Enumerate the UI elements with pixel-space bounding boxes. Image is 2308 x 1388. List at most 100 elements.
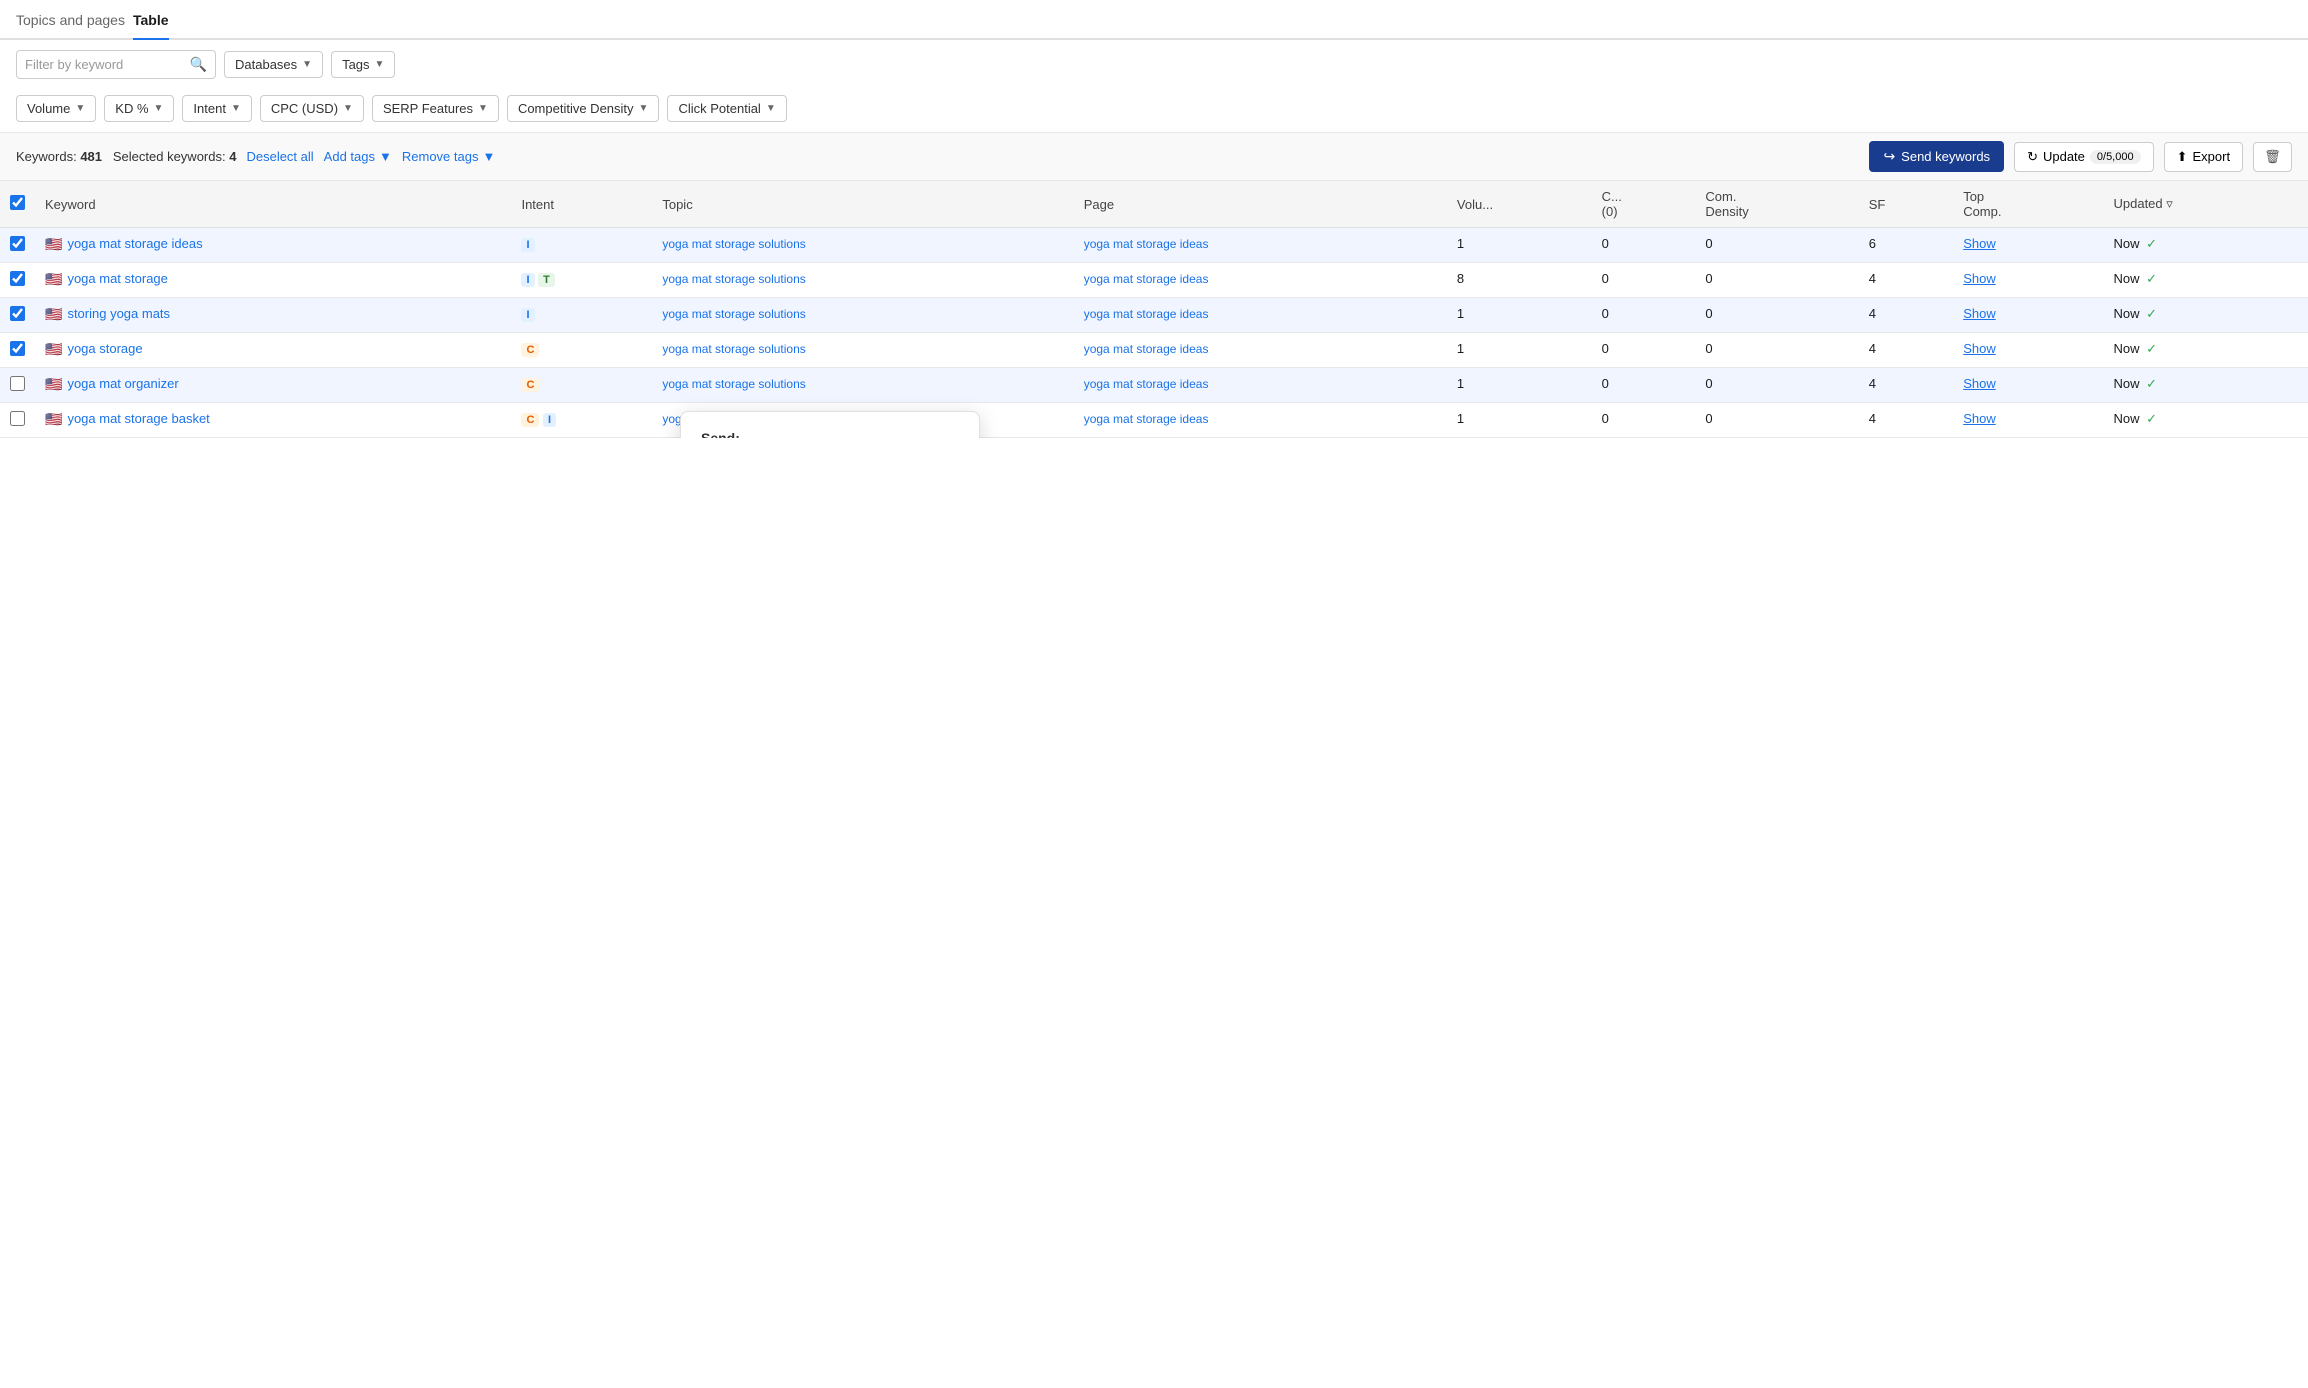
row-checkbox[interactable] xyxy=(10,271,25,286)
volume-filter[interactable]: Volume ▼ xyxy=(16,95,96,122)
show-top-comp-link[interactable]: Show xyxy=(1963,236,1996,251)
remove-tags-button[interactable]: Remove tags ▼ xyxy=(402,149,495,164)
cpc-filter[interactable]: CPC (USD) ▼ xyxy=(260,95,364,122)
show-top-comp-link[interactable]: Show xyxy=(1963,376,1996,391)
row-volume: 1 xyxy=(1447,368,1592,403)
keyword-link[interactable]: yoga mat storage xyxy=(67,271,167,286)
comp-density-filter[interactable]: Competitive Density ▼ xyxy=(507,95,660,122)
row-top-comp: Show xyxy=(1953,298,2103,333)
row-checkbox-cell xyxy=(0,263,35,298)
topic-link[interactable]: yoga mat storage solutions xyxy=(662,307,805,321)
check-icon: ✓ xyxy=(2146,341,2157,356)
row-c: 0 xyxy=(1592,333,1696,368)
export-button[interactable]: ⬆ Export xyxy=(2164,142,2243,172)
row-updated: Now ✓ xyxy=(2103,263,2308,298)
row-sf: 4 xyxy=(1859,368,1953,403)
topic-link[interactable]: yoga mat storage solutions xyxy=(662,237,805,251)
row-checkbox-cell xyxy=(0,403,35,438)
page-link[interactable]: yoga mat storage ideas xyxy=(1084,272,1209,286)
row-checkbox[interactable] xyxy=(10,306,25,321)
row-com-density: 0 xyxy=(1695,298,1858,333)
update-button[interactable]: ↻ Update 0/5,000 xyxy=(2014,142,2154,172)
chevron-down-icon: ▼ xyxy=(231,103,241,114)
page-link[interactable]: yoga mat storage ideas xyxy=(1084,237,1209,251)
intent-filter[interactable]: Intent ▼ xyxy=(182,95,251,122)
row-intent: I T xyxy=(511,263,652,298)
show-top-comp-link[interactable]: Show xyxy=(1963,306,1996,321)
check-icon: ✓ xyxy=(2146,306,2157,321)
topic-link[interactable]: yoga mat storage solutions xyxy=(662,377,805,391)
click-potential-filter[interactable]: Click Potential ▼ xyxy=(667,95,786,122)
databases-dropdown[interactable]: Databases ▼ xyxy=(224,51,323,78)
header-c: C...(0) xyxy=(1592,181,1696,228)
row-page: yoga mat storage ideas xyxy=(1074,263,1447,298)
intent-badge: T xyxy=(538,273,555,287)
row-page: yoga mat storage ideas xyxy=(1074,333,1447,368)
row-intent: C xyxy=(511,368,652,403)
show-top-comp-link[interactable]: Show xyxy=(1963,341,1996,356)
header-keyword: Keyword xyxy=(35,181,511,228)
row-top-comp: Show xyxy=(1953,228,2103,263)
row-intent: I xyxy=(511,228,652,263)
flag-icon: 🇺🇸 xyxy=(45,411,62,428)
row-com-density: 0 xyxy=(1695,333,1858,368)
row-com-density: 0 xyxy=(1695,368,1858,403)
chevron-down-icon: ▼ xyxy=(482,149,495,164)
nav-table[interactable]: Table xyxy=(133,12,169,40)
show-top-comp-link[interactable]: Show xyxy=(1963,411,1996,426)
row-sf: 4 xyxy=(1859,403,1953,438)
page-link[interactable]: yoga mat storage ideas xyxy=(1084,377,1209,391)
filter-keyword-input[interactable] xyxy=(25,57,184,72)
keyword-link[interactable]: yoga mat organizer xyxy=(67,376,178,391)
header-com-density: Com.Density xyxy=(1695,181,1858,228)
topic-link[interactable]: yoga mat storage solutions xyxy=(662,272,805,286)
row-c: 0 xyxy=(1592,298,1696,333)
chevron-down-icon: ▼ xyxy=(154,103,164,114)
page-link[interactable]: yoga mat storage ideas xyxy=(1084,307,1209,321)
filter-input-wrap[interactable]: 🔍 xyxy=(16,50,216,79)
deselect-all-button[interactable]: Deselect all xyxy=(246,149,313,164)
intent-badge: C xyxy=(521,413,539,427)
keyword-link[interactable]: yoga storage xyxy=(67,341,142,356)
header-updated: Updated ▿ xyxy=(2103,181,2308,228)
row-checkbox[interactable] xyxy=(10,411,25,426)
row-com-density: 0 xyxy=(1695,228,1858,263)
select-all-checkbox[interactable] xyxy=(10,195,25,210)
keyword-link[interactable]: yoga mat storage basket xyxy=(67,411,209,426)
chevron-down-icon: ▼ xyxy=(302,59,312,70)
nav-topics-pages[interactable]: Topics and pages xyxy=(16,12,125,38)
row-keyword: 🇺🇸yoga mat organizer xyxy=(35,368,511,403)
row-keyword: 🇺🇸 yoga mat storage basket xyxy=(35,403,511,438)
top-nav: Topics and pages Table xyxy=(0,0,2308,40)
page-link[interactable]: yoga mat storage ideas xyxy=(1084,412,1209,426)
keyword-link[interactable]: yoga mat storage ideas xyxy=(67,236,202,251)
header-topic: Topic xyxy=(652,181,1073,228)
row-page: yoga mat storage ideas xyxy=(1074,368,1447,403)
intent-badge: C xyxy=(521,378,539,392)
show-top-comp-link[interactable]: Show xyxy=(1963,271,1996,286)
send-keywords-popup: Send: All keywords (481) Only selected (… xyxy=(680,411,980,438)
topic-link[interactable]: yoga mat storage solutions xyxy=(662,342,805,356)
serp-filter[interactable]: SERP Features ▼ xyxy=(372,95,499,122)
row-top-comp: Show xyxy=(1953,263,2103,298)
page-link[interactable]: yoga mat storage ideas xyxy=(1084,342,1209,356)
row-checkbox-cell xyxy=(0,228,35,263)
row-keyword: 🇺🇸yoga storage xyxy=(35,333,511,368)
chevron-down-icon: ▼ xyxy=(478,103,488,114)
row-c: 0 xyxy=(1592,228,1696,263)
search-button[interactable]: 🔍 xyxy=(190,56,207,73)
delete-button[interactable]: 🗑 xyxy=(2253,142,2292,172)
keyword-link[interactable]: storing yoga mats xyxy=(67,306,170,321)
tags-dropdown[interactable]: Tags ▼ xyxy=(331,51,395,78)
row-checkbox[interactable] xyxy=(10,341,25,356)
row-checkbox[interactable] xyxy=(10,376,25,391)
add-tags-button[interactable]: Add tags ▼ xyxy=(324,149,392,164)
row-checkbox[interactable] xyxy=(10,236,25,251)
row-volume: 8 xyxy=(1447,263,1592,298)
row-checkbox-cell xyxy=(0,333,35,368)
row-updated: Now ✓ xyxy=(2103,368,2308,403)
row-top-comp: Show xyxy=(1953,368,2103,403)
send-keywords-button[interactable]: ↪ Send keywords xyxy=(1869,141,2004,172)
row-volume: 1 xyxy=(1447,403,1592,438)
kd-filter[interactable]: KD % ▼ xyxy=(104,95,174,122)
